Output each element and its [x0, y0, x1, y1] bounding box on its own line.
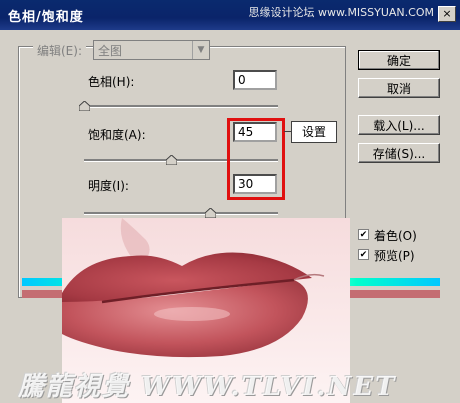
saturation-slider-thumb[interactable] — [166, 155, 178, 165]
lightness-slider-track[interactable] — [84, 212, 278, 215]
edit-select[interactable]: 全图 ▼ — [93, 40, 210, 60]
callout-label: 设置 — [291, 121, 337, 143]
chevron-down-icon: ▼ — [192, 41, 209, 59]
window-title: 色相/饱和度 — [8, 10, 84, 25]
lightness-label: 明度(I): — [88, 179, 129, 193]
watermark-top: 思缘设计论坛 www.MISSYUAN.COM — [248, 6, 434, 19]
colorize-checkbox[interactable]: ✔ — [358, 229, 369, 240]
saturation-label: 饱和度(A): — [88, 128, 146, 142]
load-button[interactable]: 载入(L)... — [358, 115, 440, 135]
hue-input[interactable]: 0 — [233, 70, 277, 90]
watermark-bottom: 騰龍視覺 WWW.TLVI.NET — [18, 372, 397, 402]
save-button[interactable]: 存储(S)... — [358, 143, 440, 163]
highlight-box — [227, 118, 285, 200]
hue-slider-thumb[interactable] — [79, 101, 90, 111]
preview-label: 预览(P) — [374, 249, 415, 263]
lightness-slider-thumb[interactable] — [205, 208, 217, 218]
hue-label: 色相(H): — [88, 75, 135, 89]
edit-label: 编辑(E): — [33, 42, 86, 59]
hue-slider-track[interactable] — [84, 105, 278, 108]
ok-button[interactable]: 确定 — [358, 50, 440, 70]
colorize-label: 着色(O) — [374, 229, 417, 243]
edit-select-value: 全图 — [98, 44, 123, 58]
cancel-button[interactable]: 取消 — [358, 78, 440, 98]
preview-checkbox[interactable]: ✔ — [358, 249, 369, 260]
close-button[interactable]: × — [438, 6, 456, 22]
